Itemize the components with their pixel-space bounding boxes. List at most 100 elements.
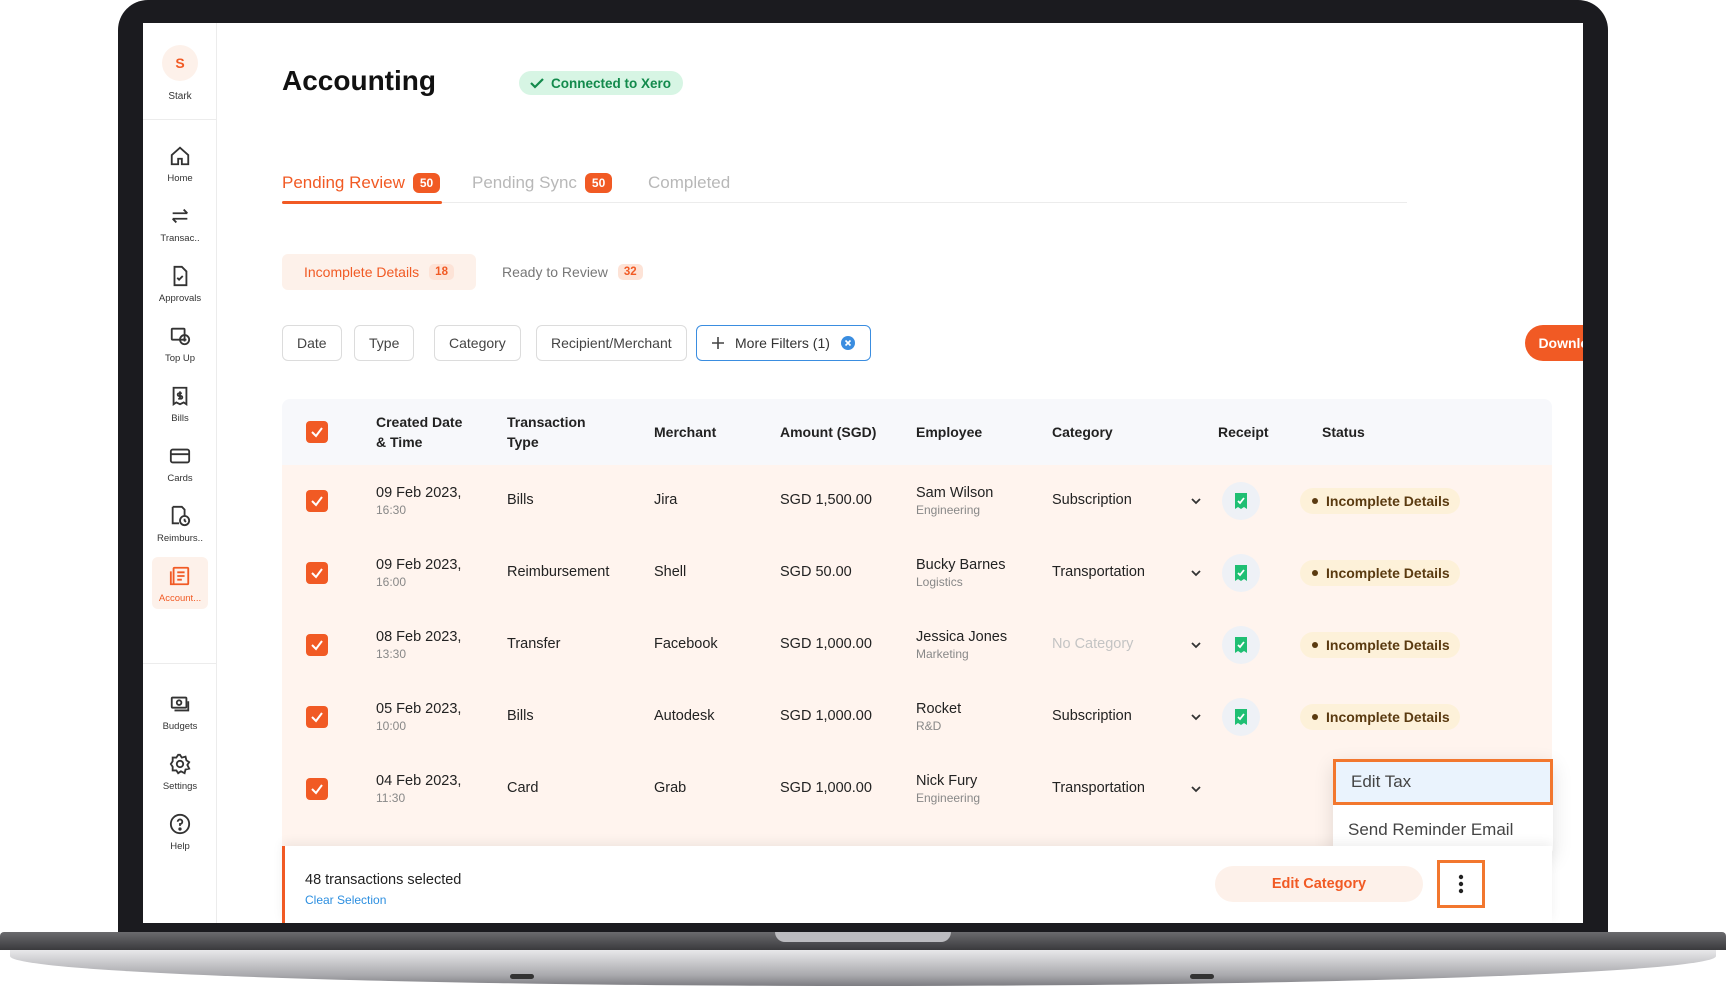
sidebar: S Stark Home Transac.. Approvals Top Up … (143, 23, 217, 923)
category-select[interactable]: Transportation (1052, 780, 1145, 796)
receipt-attached-icon (1235, 493, 1247, 509)
category-select[interactable]: Transportation (1052, 564, 1145, 580)
header-category[interactable]: Category (1052, 399, 1113, 465)
merchant-cell: Grab (654, 780, 687, 796)
category-select[interactable]: Subscription (1052, 708, 1132, 724)
receipt-attached-icon (1235, 565, 1247, 581)
tab-count-badge: 50 (412, 173, 441, 193)
clear-selection-link[interactable]: Clear Selection (305, 893, 386, 907)
table-row[interactable]: 05 Feb 2023, 10:00 Bills Autodesk SGD 1,000.… (282, 681, 1552, 753)
subtab-incomplete-details[interactable]: Incomplete Details 18 (282, 254, 476, 290)
chevron-down-icon[interactable] (1190, 784, 1202, 794)
check-icon (530, 78, 544, 89)
more-actions-menu: Edit Tax Send Reminder Email (1333, 759, 1553, 853)
org-switcher[interactable]: S Stark (143, 45, 217, 102)
table-row[interactable]: 09 Feb 2023, 16:00 Reimbursement Shell SGD 5… (282, 537, 1552, 609)
nav-approvals[interactable]: Approvals (152, 257, 208, 309)
row-checkbox[interactable] (306, 562, 328, 584)
org-name: Stark (168, 91, 192, 102)
chevron-down-icon[interactable] (1190, 640, 1202, 650)
nav-accounting[interactable]: Account... (152, 557, 208, 609)
filter-category[interactable]: Category (434, 325, 521, 361)
xero-connection-badge: Connected to Xero (519, 71, 684, 95)
header-status[interactable]: Status (1322, 399, 1365, 465)
chevron-down-icon[interactable] (1190, 568, 1202, 578)
status-badge: Incomplete Details (1300, 632, 1460, 658)
gear-icon (169, 753, 191, 775)
row-checkbox[interactable] (306, 778, 328, 800)
selected-count-text: 48 transactions selected (305, 872, 462, 888)
nav-reimbursements[interactable]: Reimburs.. (152, 497, 208, 549)
more-filters-label: More Filters (1) (735, 335, 830, 351)
header-employee[interactable]: Employee (916, 399, 982, 465)
more-filters-button[interactable]: More Filters (1) (696, 325, 871, 361)
table-row[interactable]: 09 Feb 2023, 16:30 Bills Jira SGD 1,500.00 Sa… (282, 465, 1552, 537)
nav-help[interactable]: Help (152, 805, 208, 857)
select-all-checkbox[interactable] (306, 421, 328, 443)
nav-home[interactable]: Home (152, 137, 208, 189)
download-data-button[interactable]: Download Data (1525, 325, 1583, 361)
header-amount[interactable]: Amount (SGD) (780, 399, 876, 465)
main-content: Accounting Connected to Xero Pending Rev… (217, 23, 1583, 923)
active-tab-indicator (282, 201, 442, 204)
row-checkbox[interactable] (306, 706, 328, 728)
receipt-button[interactable] (1222, 626, 1260, 664)
tab-completed[interactable]: Completed (648, 173, 730, 193)
receipt-attached-icon (1235, 637, 1247, 653)
subtab-label: Ready to Review (502, 264, 608, 280)
nav-label: Cards (167, 473, 193, 484)
header-created-date[interactable]: Created Date & Time (376, 399, 462, 465)
nav-transactions[interactable]: Transac.. (152, 197, 208, 249)
accounting-icon (169, 566, 190, 586)
status-badge: Incomplete Details (1300, 560, 1460, 586)
merchant-cell: Jira (654, 492, 678, 508)
receipt-button[interactable] (1222, 698, 1260, 736)
subtab-label: Incomplete Details (304, 264, 420, 280)
nav-label: Approvals (158, 293, 202, 304)
category-select[interactable]: Subscription (1052, 492, 1132, 508)
row-checkbox[interactable] (306, 490, 328, 512)
nav-budgets[interactable]: Budgets (152, 685, 208, 737)
tab-pending-review[interactable]: Pending Review 50 (282, 173, 441, 193)
filter-date[interactable]: Date (282, 325, 342, 361)
bulk-selection-bar: 48 transactions selected Clear Selection… (282, 846, 1552, 923)
receipt-button[interactable] (1222, 554, 1260, 592)
header-merchant[interactable]: Merchant (654, 399, 716, 465)
employee-cell: Nick Fury Engineering (916, 773, 981, 805)
chevron-down-icon[interactable] (1190, 712, 1202, 722)
nav-top-up[interactable]: Top Up (152, 317, 208, 369)
merchant-cell: Autodesk (654, 708, 715, 724)
status-badge: Incomplete Details (1300, 704, 1460, 730)
nav-label: Help (170, 841, 190, 852)
chevron-down-icon[interactable] (1190, 496, 1202, 506)
created-date-cell: 09 Feb 2023, 16:00 (376, 557, 462, 589)
nav-label: Home (167, 173, 193, 184)
table-row[interactable]: 08 Feb 2023, 13:30 Transfer Facebook SGD 1,0… (282, 609, 1552, 681)
transaction-type-cell: Bills (507, 708, 534, 724)
more-actions-button[interactable] (1437, 860, 1485, 908)
category-select[interactable]: No Category (1052, 636, 1133, 652)
tab-label: Pending Sync (472, 173, 577, 192)
receipt-button[interactable] (1222, 482, 1260, 520)
filter-recipient-merchant[interactable]: Recipient/Merchant (536, 325, 687, 361)
subtab-ready-to-review[interactable]: Ready to Review 32 (480, 254, 665, 290)
created-date-cell: 09 Feb 2023, 16:30 (376, 485, 462, 517)
checkmark-icon (311, 784, 323, 795)
nav-bills[interactable]: Bills (152, 377, 208, 429)
tab-pending-sync[interactable]: Pending Sync 50 (472, 173, 613, 193)
header-receipt[interactable]: Receipt (1218, 399, 1269, 465)
card-icon (169, 448, 191, 464)
nav-cards[interactable]: Cards (152, 437, 208, 489)
subtab-count-badge: 32 (617, 264, 643, 280)
subtab-count-badge: 18 (429, 264, 454, 280)
checkmark-icon (311, 427, 323, 438)
tab-count-badge: 50 (584, 173, 613, 193)
clear-filter-icon[interactable] (840, 335, 856, 351)
row-checkbox[interactable] (306, 634, 328, 656)
menu-edit-tax[interactable]: Edit Tax (1333, 759, 1553, 805)
table-header: Created Date & Time Transaction Type Merch… (282, 399, 1552, 465)
filter-type[interactable]: Type (354, 325, 415, 361)
edit-category-button[interactable]: Edit Category (1215, 866, 1423, 902)
header-transaction-type[interactable]: Transaction Type (507, 399, 586, 465)
nav-settings[interactable]: Settings (152, 745, 208, 797)
